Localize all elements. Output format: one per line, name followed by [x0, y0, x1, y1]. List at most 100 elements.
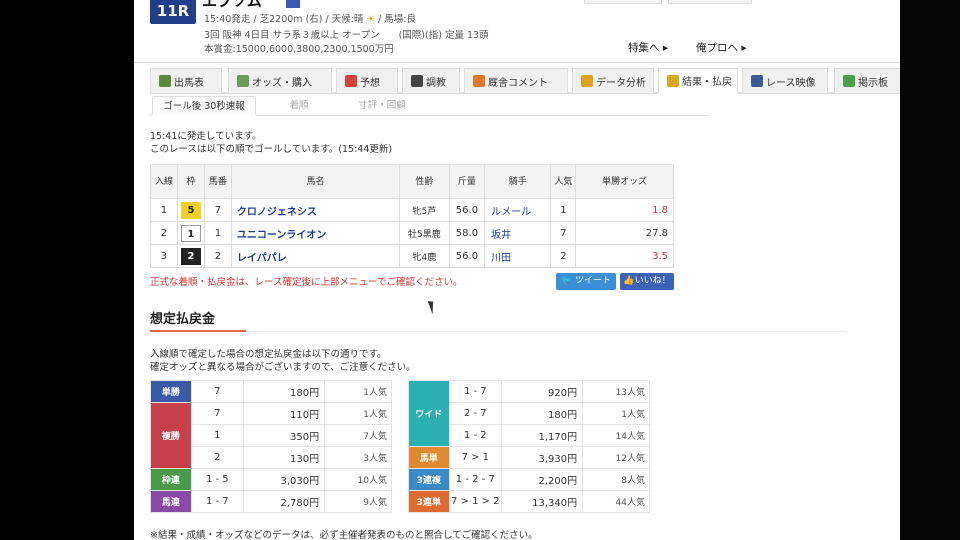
- like-button[interactable]: 👍いいね！: [620, 273, 674, 290]
- tab-label: 出馬表: [174, 77, 204, 89]
- tab-0[interactable]: 出馬表: [150, 68, 222, 94]
- race-title: エプソム: [202, 0, 282, 8]
- tab-7[interactable]: レース映像: [742, 68, 828, 94]
- payout-row: 馬単 7 > 1 3,930円 12人気: [408, 446, 650, 469]
- ticket-icon: [667, 74, 679, 87]
- subtab-review[interactable]: 寸評・回顧: [340, 96, 424, 116]
- tab-6[interactable]: 結果・払戻: [658, 68, 738, 94]
- combination: 1 - 7: [448, 380, 503, 403]
- tab-4[interactable]: 厩舎コメント: [464, 68, 568, 94]
- chat-icon: [843, 75, 855, 87]
- race-tabs: 出馬表 オッズ・購入 予想 調教 厩舎コメント データ分析 結果・払戻 レース映像 掲示板: [150, 68, 900, 94]
- start-message: 15:41に発走しています。: [150, 131, 262, 142]
- jockey-link[interactable]: ルメール: [484, 198, 552, 222]
- payout-table-right: ワイド 1 - 7 920円 13人気 2 - 7 180円 1人気 1 - 2 1,170円 1…: [408, 380, 650, 513]
- position: 1: [150, 198, 178, 222]
- payout-amount: 3,930円: [501, 446, 584, 469]
- col-sexage: 性齢: [399, 164, 450, 199]
- header-divider: [134, 62, 900, 63]
- result-table: 入線 枠 馬番 馬名 性齢 斤量 騎手 人気 単勝オッズ 1 5 7 クロノジェネシス…: [150, 164, 674, 268]
- combination: 7 > 1: [448, 446, 503, 469]
- tab-5[interactable]: データ分析: [572, 68, 654, 94]
- bet-type-label: ワイド: [408, 380, 450, 447]
- payout-amount: 13,340円: [501, 490, 584, 513]
- tab-label: レース映像: [766, 77, 816, 89]
- horse-name-link[interactable]: ユニコーンライオン: [230, 221, 401, 245]
- jockey-link[interactable]: 川田: [484, 244, 552, 268]
- mouse-cursor-icon: [427, 299, 438, 315]
- popularity: 2: [550, 244, 577, 268]
- payout-amount: 110円: [243, 402, 326, 425]
- waku-cell: 2: [176, 244, 205, 268]
- payout-desc-1: 入線順で確定した場合の想定払戻金は以下の通りです。: [150, 349, 387, 360]
- waku-badge: 5: [180, 201, 201, 219]
- position: 2: [150, 221, 178, 245]
- result-header-row: 入線 枠 馬番 馬名 性齢 斤量 騎手 人気 単勝オッズ: [150, 164, 674, 199]
- payout-popularity: 44人気: [582, 490, 650, 513]
- popularity: 7: [550, 221, 577, 245]
- payout-title: 想定払戻金: [150, 312, 216, 327]
- goal-message: このレースは以下の順でゴールしています。(15:44更新): [150, 144, 393, 155]
- combination: 7: [190, 402, 245, 425]
- subtab-order[interactable]: 着順: [262, 96, 336, 116]
- jockey-link[interactable]: 坂井: [484, 221, 552, 245]
- combination: 7: [190, 380, 245, 403]
- result-row: 2 1 1 ユニコーンライオン 牡5黒鹿 58.0 坂井 7 27.8: [150, 221, 674, 245]
- horse-name-link[interactable]: クロノジェネシス: [230, 198, 401, 222]
- waku-cell: 1: [176, 221, 205, 245]
- bet-type-label: 単勝: [150, 380, 192, 403]
- payout-popularity: 10人気: [324, 468, 392, 491]
- combination: 1 - 2 - 7: [448, 468, 503, 491]
- payout-row: 3連単 7 > 1 > 2 13,340円 44人気: [408, 490, 650, 513]
- payout-row: 枠連 1 - 5 3,030円 10人気: [150, 468, 392, 491]
- tab-2[interactable]: 予想: [336, 68, 398, 94]
- table-icon: [159, 75, 171, 87]
- twitter-icon: 🐦: [560, 276, 573, 286]
- bet-type-label: 複勝: [150, 402, 192, 469]
- orepro-link[interactable]: 俺プロへ ▸: [696, 40, 747, 55]
- odds-icon: [237, 75, 249, 87]
- tweet-label: ツイート: [575, 276, 612, 286]
- bet-type-label: 馬連: [150, 490, 192, 513]
- waku-cell: 5: [176, 198, 205, 222]
- tweet-button[interactable]: 🐦 ツイート: [556, 273, 616, 290]
- payout-row: 馬連 1 - 7 2,780円 9人気: [150, 490, 392, 513]
- tab-label: 厩舎コメント: [488, 77, 548, 89]
- combination: 1 - 2: [448, 424, 503, 447]
- like-label: いいね！: [634, 276, 671, 286]
- combination: 1 - 5: [190, 468, 245, 491]
- payout-popularity: 7人気: [324, 424, 392, 447]
- result-subtabs: ゴール後 30秒速報 着順 寸評・回顧: [150, 96, 710, 116]
- position: 3: [150, 244, 178, 268]
- header-button-2[interactable]: [668, 0, 752, 4]
- tab-1[interactable]: オッズ・購入: [228, 68, 332, 94]
- tab-label: 予想: [360, 77, 380, 89]
- horseshoe-icon: [473, 75, 485, 87]
- sun-icon: ☀: [366, 14, 375, 25]
- combination: 1 - 7: [190, 490, 245, 513]
- subtab-goal-flash[interactable]: ゴール後 30秒速報: [152, 96, 256, 116]
- sex-age: 牝4鹿: [399, 244, 450, 268]
- payout-amount: 2,200円: [501, 468, 584, 491]
- netkeiba-page: 11R エプソム 15:40発走 / 芝2200m (右) / 天候:晴 ☀ /…: [134, 0, 900, 540]
- sex-age: 牡5黒鹿: [399, 221, 450, 245]
- tab-label: 調教: [426, 77, 446, 89]
- target-icon: [345, 75, 357, 87]
- tokushu-link[interactable]: 特集へ ▸: [628, 40, 668, 55]
- result-row: 1 5 7 クロノジェネシス 牝5芦 56.0 ルメール 1 1.8: [150, 198, 674, 222]
- race-prize: 本賞金:15000,6000,3800,2300,1500万円: [204, 44, 394, 55]
- tab-label: オッズ・購入: [252, 77, 312, 89]
- payout-amount: 920円: [501, 380, 584, 403]
- video-icon: [751, 75, 763, 87]
- data-disclaimer: ※結果・成績・オッズなどのデータは、必ず主催者発表のものと照合してご確認ください…: [150, 530, 538, 540]
- payout-amount: 130円: [243, 446, 326, 469]
- horse-name-link[interactable]: レイパパレ: [230, 244, 401, 268]
- waku-badge: 2: [180, 247, 201, 265]
- col-popularity: 人気: [550, 164, 577, 199]
- col-jockey: 騎手: [484, 164, 552, 199]
- header-button-1[interactable]: [584, 0, 662, 4]
- race-conditions: 15:40発走 / 芝2200m (右) / 天候:晴: [204, 14, 364, 25]
- tab-8[interactable]: 掲示板: [834, 68, 900, 94]
- tab-3[interactable]: 調教: [402, 68, 460, 94]
- weight: 58.0: [448, 221, 486, 245]
